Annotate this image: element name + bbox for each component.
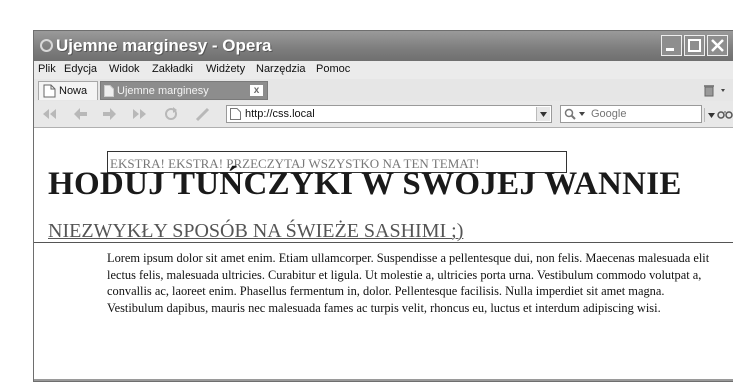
page-content: EKSTRA! EKSTRA! PRZECZYTAJ WSZYSTKO NA T… <box>34 128 733 380</box>
new-page-icon <box>43 84 56 98</box>
menu-widzety[interactable]: Widżety <box>206 63 245 75</box>
maximize-button[interactable] <box>684 35 705 56</box>
menu-zakladki[interactable]: Zakładki <box>152 63 193 75</box>
tab-active[interactable]: Ujemne marginesy x <box>100 81 268 100</box>
chevron-down-icon <box>540 112 547 117</box>
tab-bar: Nowa Ujemne marginesy x <box>34 79 733 101</box>
headline: HODUJ TUŃCZYKI W SWOJEJ WANNIE <box>48 166 682 202</box>
trash-icon[interactable] <box>702 83 728 97</box>
tab-active-label: Ujemne marginesy <box>117 85 209 97</box>
address-dropdown-button[interactable] <box>536 107 550 121</box>
title-bar[interactable]: Ujemne marginesy - Opera <box>34 31 733 61</box>
forward-icon[interactable] <box>100 106 118 122</box>
search-dropdown-button[interactable] <box>704 108 718 122</box>
tab-close-button[interactable]: x <box>250 85 263 96</box>
menu-narzedzia[interactable]: Narzędzia <box>256 63 306 75</box>
menu-widok[interactable]: Widok <box>109 63 140 75</box>
close-window-button[interactable] <box>707 35 728 56</box>
tab-new[interactable]: Nowa <box>38 81 98 100</box>
back-icon[interactable] <box>72 106 90 122</box>
browser-window: Ujemne marginesy - Opera Plik Edycja Wid… <box>34 31 733 381</box>
search-bar[interactable] <box>560 105 702 123</box>
tab-new-label: Nowa <box>59 85 88 97</box>
body-paragraph: Lorem ipsum dolor sit amet enim. Etiam u… <box>107 251 710 316</box>
menu-plik[interactable]: Plik <box>38 63 56 75</box>
navigation-bar: http://css.local <box>34 101 733 128</box>
address-text[interactable]: http://css.local <box>245 108 315 120</box>
menu-bar: Plik Edycja Widok Zakładki Widżety Narzę… <box>34 61 733 80</box>
page-icon <box>230 108 241 120</box>
search-input[interactable] <box>591 107 681 121</box>
minimize-button[interactable] <box>661 35 682 56</box>
maximize-icon <box>688 39 701 52</box>
address-bar[interactable]: http://css.local <box>226 105 552 123</box>
search-icon[interactable] <box>564 108 588 121</box>
minimize-icon <box>666 48 674 51</box>
page-icon <box>104 85 114 97</box>
fast-forward-icon[interactable] <box>130 106 148 122</box>
close-icon <box>711 39 724 52</box>
subheadline: NIEZWYKŁY SPOSÓB NA ŚWIEŻE SASHIMI ;) <box>48 220 464 242</box>
menu-edycja[interactable]: Edycja <box>64 63 97 75</box>
status-bar <box>34 379 733 381</box>
edit-icon[interactable] <box>194 106 212 122</box>
menu-pomoc[interactable]: Pomoc <box>316 63 350 75</box>
reload-icon[interactable] <box>162 106 180 122</box>
rewind-icon[interactable] <box>40 106 58 122</box>
screenshot-frame: Ujemne marginesy - Opera Plik Edycja Wid… <box>33 30 733 382</box>
opera-logo-icon <box>40 39 53 52</box>
voice-icon[interactable] <box>717 107 733 121</box>
window-title: Ujemne marginesy - Opera <box>56 36 272 55</box>
